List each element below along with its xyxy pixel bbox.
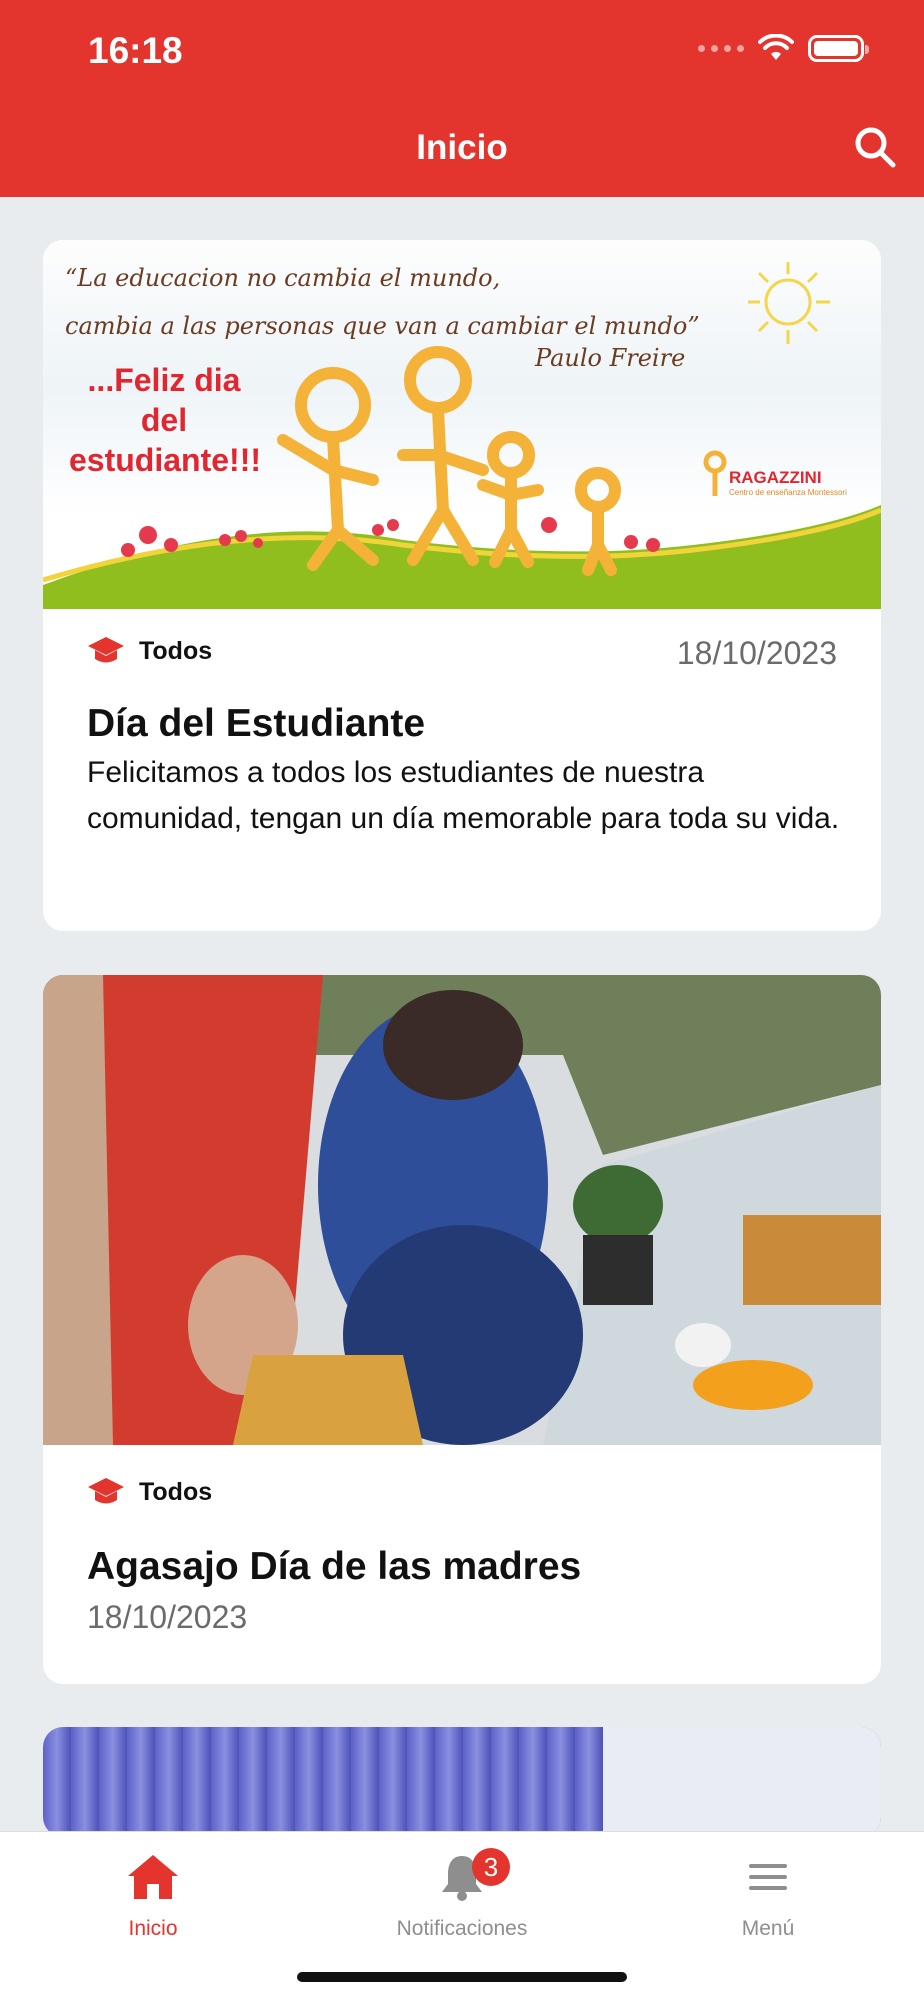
post-card[interactable]: “La educacion no cambia el mundo, cambia…: [43, 240, 881, 931]
school-logo: RAGAZZINI Centro de enseñanza Montessori: [729, 468, 847, 497]
image-greeting: ...Feliz dia del estudiante!!!: [69, 362, 261, 478]
post-image: [43, 1727, 881, 1837]
status-icons: [698, 34, 869, 62]
post-image: “La educacion no cambia el mundo, cambia…: [43, 240, 881, 609]
notification-badge: 3: [472, 1848, 510, 1886]
nav-label: Inicio: [128, 1917, 178, 1940]
menu-icon: [749, 1864, 787, 1890]
post-category: Todos: [87, 1476, 212, 1508]
app-header: 16:18 Inicio: [0, 0, 924, 197]
post-title: Agasajo Día de las madres: [87, 1545, 582, 1588]
nav-label: Menú: [741, 1917, 795, 1940]
graduation-cap-icon: [88, 1478, 124, 1504]
search-icon[interactable]: [852, 124, 898, 170]
status-time: 16:18: [88, 30, 183, 71]
post-card[interactable]: [43, 1727, 881, 1837]
post-image: [43, 975, 881, 1445]
image-quote: “La educacion no cambia el mundo, cambia…: [65, 264, 700, 340]
page-title: Inicio: [416, 128, 508, 167]
nav-item-notificaciones[interactable]: 3 Notificaciones: [362, 1848, 562, 1941]
signal-icon: [698, 44, 744, 52]
graduation-cap-icon: [88, 637, 124, 663]
home-indicator: [297, 1972, 627, 1982]
nav-item-inicio[interactable]: Inicio: [53, 1852, 253, 1941]
post-card[interactable]: Todos Agasajo Día de las madres 18/10/20…: [43, 975, 881, 1684]
battery-icon: [808, 34, 869, 62]
nav-label: Notificaciones: [396, 1917, 528, 1940]
nav-item-menu[interactable]: Menú: [668, 1852, 868, 1941]
home-icon: [128, 1855, 178, 1899]
post-category: Todos: [87, 635, 212, 667]
category-label: Todos: [139, 1477, 213, 1506]
category-label: Todos: [139, 636, 213, 665]
post-body: Felicitamos a todos los estudiantes de n…: [87, 756, 840, 835]
post-date: 18/10/2023: [676, 635, 837, 671]
post-date: 18/10/2023: [87, 1599, 248, 1635]
wifi-icon: [758, 34, 794, 60]
image-quote-author: Paulo Freire: [535, 344, 686, 372]
post-title: Día del Estudiante: [87, 702, 426, 745]
